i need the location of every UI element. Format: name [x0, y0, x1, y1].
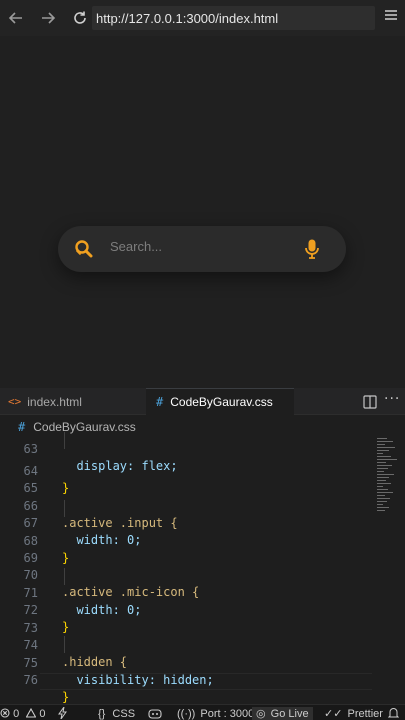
code-line: 72 }	[0, 585, 372, 634]
tab-label: index.html	[27, 394, 82, 409]
code-line: 66 .active .input {	[0, 481, 372, 530]
code-line: 76 }	[0, 655, 372, 704]
reload-icon[interactable]	[66, 4, 94, 32]
status-bar: 0 0 {} CSS ((·)) Port : 3000 ◎ Go Live ✓…	[0, 704, 405, 720]
copilot-icon[interactable]	[148, 707, 162, 720]
code-text: }	[62, 690, 70, 704]
code-line: 63 display: flex;	[0, 432, 372, 473]
code-line: 74 .hidden {	[0, 620, 372, 669]
error-icon	[0, 708, 10, 718]
lightning-icon[interactable]	[58, 706, 68, 720]
search-box[interactable]: Search...	[58, 226, 346, 272]
language-mode[interactable]: {} CSS	[98, 707, 135, 720]
editor-tabs: <> index.html # CodeByGaurav.css ···	[0, 388, 405, 415]
double-check-icon: ✓✓	[324, 708, 343, 720]
html-file-icon: <>	[8, 395, 22, 408]
current-line-highlight	[40, 673, 372, 690]
arrow-left-icon[interactable]	[2, 4, 30, 32]
more-actions-icon[interactable]: ···	[384, 391, 400, 407]
prettier-status[interactable]: ✓✓ Prettier	[324, 707, 383, 720]
code-line: 69	[0, 533, 372, 565]
code-line: 70 .active .mic-icon {	[0, 550, 372, 599]
code-line: 64 }	[0, 446, 372, 495]
microphone-icon[interactable]	[304, 238, 320, 260]
code-line: 65	[0, 463, 372, 495]
bell-icon[interactable]	[387, 707, 400, 720]
css-file-icon: #	[156, 395, 164, 409]
go-live-button[interactable]: ◎ Go Live	[252, 707, 313, 720]
code-line: 75 visibility: hidden;	[0, 638, 372, 687]
code-line: 68 }	[0, 516, 372, 565]
error-count: 0	[13, 708, 20, 720]
code-line: 67 width: 0;	[0, 498, 372, 547]
braces-icon: {}	[98, 708, 106, 720]
url-text: http://127.0.0.1:3000/index.html	[96, 10, 279, 26]
code-line: 73	[0, 603, 372, 635]
split-editor-icon[interactable]	[363, 394, 377, 409]
warning-icon	[25, 707, 37, 718]
tab-codebygaurav-css[interactable]: # CodeByGaurav.css	[146, 388, 294, 415]
search-placeholder: Search...	[110, 239, 163, 254]
code-line: 71 width: 0;	[0, 568, 372, 617]
tab-index-html[interactable]: <> index.html	[0, 388, 146, 415]
browser-toolbar: http://127.0.0.1:3000/index.html	[0, 0, 405, 36]
tab-label: CodeByGaurav.css	[170, 395, 273, 409]
problems-indicator[interactable]: 0 0	[0, 707, 45, 720]
code-editor[interactable]: 63 display: flex; 64 } 65 66 .active .in…	[0, 432, 372, 704]
warning-count: 0	[39, 708, 46, 720]
magnifier-icon[interactable]	[72, 238, 94, 260]
code-line-current: 77	[0, 673, 372, 690]
port-indicator[interactable]: ((·)) Port : 3000	[177, 707, 254, 720]
page-preview: Search...	[0, 36, 405, 388]
broadcast-icon: ((·))	[177, 708, 196, 720]
broadcast-icon: ◎	[256, 708, 266, 720]
minimap[interactable]	[374, 432, 405, 704]
arrow-right-icon[interactable]	[34, 4, 62, 32]
url-bar[interactable]: http://127.0.0.1:3000/index.html	[92, 6, 375, 30]
hamburger-menu-icon[interactable]	[383, 8, 399, 26]
